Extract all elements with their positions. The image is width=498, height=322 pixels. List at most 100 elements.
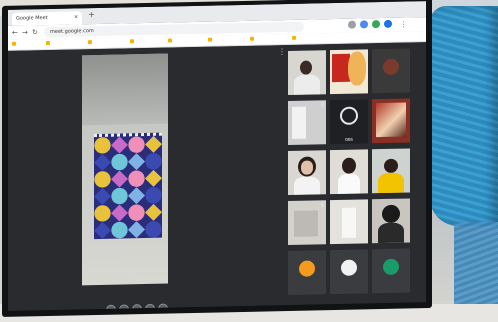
participant-tile[interactable] — [330, 149, 368, 195]
more-button[interactable] — [158, 303, 168, 311]
tab-close-icon[interactable]: ✕ — [74, 11, 78, 24]
bookmark-icon — [12, 41, 16, 46]
quilt-patch — [128, 153, 145, 170]
participant-tile[interactable] — [288, 150, 326, 196]
bookmark[interactable] — [168, 37, 174, 45]
blue-fabric — [454, 222, 498, 312]
quilt-patch — [145, 153, 162, 170]
blue-knitted-object — [430, 6, 498, 226]
participant-name — [290, 142, 324, 143]
participant-name — [374, 140, 408, 141]
quilt-patch — [145, 204, 162, 221]
room-view — [294, 210, 318, 237]
participant-tile[interactable] — [372, 198, 410, 244]
cartoon-figure — [348, 51, 366, 86]
participant-tile[interactable]: OBS — [330, 99, 368, 145]
quilt-patch — [111, 221, 128, 238]
participant-tile[interactable] — [372, 98, 410, 144]
participant-name — [290, 242, 324, 243]
back-icon[interactable]: ← — [12, 28, 18, 38]
bookmark[interactable] — [12, 41, 18, 49]
participant-head — [384, 158, 398, 173]
extension-icon[interactable] — [372, 20, 380, 29]
call-controls — [106, 303, 172, 311]
photo-scene: Google Meet ✕ + ← → ↻ meet.google.com ⋮ — [0, 0, 498, 322]
participant-name — [332, 91, 366, 92]
present-button[interactable] — [132, 304, 142, 311]
participant-body — [294, 74, 320, 95]
quilt-patch — [111, 136, 128, 153]
bookmark-icon — [208, 37, 212, 42]
participant-body — [378, 222, 404, 244]
camera-button[interactable] — [119, 304, 129, 311]
participant-tile[interactable] — [330, 199, 368, 245]
participant-name — [374, 290, 408, 291]
poster-image — [376, 102, 406, 138]
participant-avatar — [383, 258, 399, 275]
participant-name — [332, 291, 366, 292]
quilt-patch — [111, 187, 128, 204]
quilt-patch — [145, 170, 162, 187]
meeting-area: ⋮ OBS — [8, 42, 426, 311]
quilt-patch — [145, 136, 162, 153]
quilt-patch — [128, 187, 145, 204]
participant-avatar — [299, 260, 315, 277]
mic-button[interactable] — [106, 304, 116, 311]
quilt-patch — [128, 136, 145, 153]
participant-tile[interactable] — [372, 148, 410, 194]
bookmark-icon — [168, 37, 172, 43]
bookmark-icon — [250, 36, 254, 41]
extension-icon[interactable] — [360, 20, 368, 29]
menu-icon[interactable]: ⋮ — [400, 20, 407, 30]
bookmark[interactable] — [46, 40, 52, 48]
monitor-screen: Google Meet ✕ + ← → ↻ meet.google.com ⋮ — [8, 1, 426, 311]
profile-avatar[interactable] — [384, 19, 392, 28]
participant-avatar — [383, 58, 399, 75]
tab-title: Google Meet — [16, 15, 48, 22]
bookmark[interactable] — [292, 35, 298, 43]
new-tab-icon[interactable]: + — [88, 10, 95, 19]
participant-tile[interactable] — [372, 48, 410, 94]
bookmark-icon — [46, 40, 50, 45]
participant-name — [332, 241, 366, 242]
participant-body — [378, 172, 404, 194]
participant-name — [290, 292, 324, 293]
participant-tile[interactable] — [288, 200, 326, 246]
participant-head — [300, 60, 312, 75]
mic-icon — [321, 52, 324, 58]
participant-avatar — [341, 259, 357, 276]
chat-button[interactable] — [145, 303, 155, 311]
participant-tile[interactable] — [372, 248, 410, 294]
white-wall — [292, 106, 306, 139]
bookmark-icon — [88, 39, 92, 44]
bookmark[interactable] — [208, 37, 214, 45]
quilt-patch — [94, 222, 111, 239]
participant-body — [338, 173, 360, 194]
participant-tile[interactable] — [330, 49, 368, 95]
quilt-patch — [94, 205, 111, 222]
participant-tile[interactable] — [288, 100, 326, 146]
bookmark[interactable] — [130, 38, 136, 46]
participant-head — [382, 204, 400, 224]
quilt-patch — [145, 187, 162, 204]
quilt-artwork — [94, 132, 162, 240]
bookmark-icon — [130, 38, 134, 43]
participant-tile[interactable] — [288, 250, 326, 296]
video-shade — [82, 53, 168, 126]
forward-icon[interactable]: → — [22, 27, 28, 37]
quilt-patch — [94, 137, 111, 154]
reload-icon[interactable]: ↻ — [32, 27, 38, 37]
quilt-patch — [111, 170, 128, 187]
quilt-patch — [145, 221, 162, 238]
quilt-patch — [94, 154, 111, 171]
more-options-icon[interactable]: ⋮ — [278, 47, 286, 56]
participant-head — [342, 157, 356, 174]
extension-icon[interactable] — [348, 20, 356, 29]
participant-tile[interactable] — [330, 249, 368, 295]
bookmark[interactable] — [250, 36, 256, 44]
participant-tile[interactable] — [288, 50, 326, 96]
bookmark[interactable] — [88, 39, 94, 47]
monitor: Google Meet ✕ + ← → ↻ meet.google.com ⋮ — [2, 0, 432, 317]
quilt-patch — [94, 188, 111, 205]
participant-face — [301, 160, 313, 175]
